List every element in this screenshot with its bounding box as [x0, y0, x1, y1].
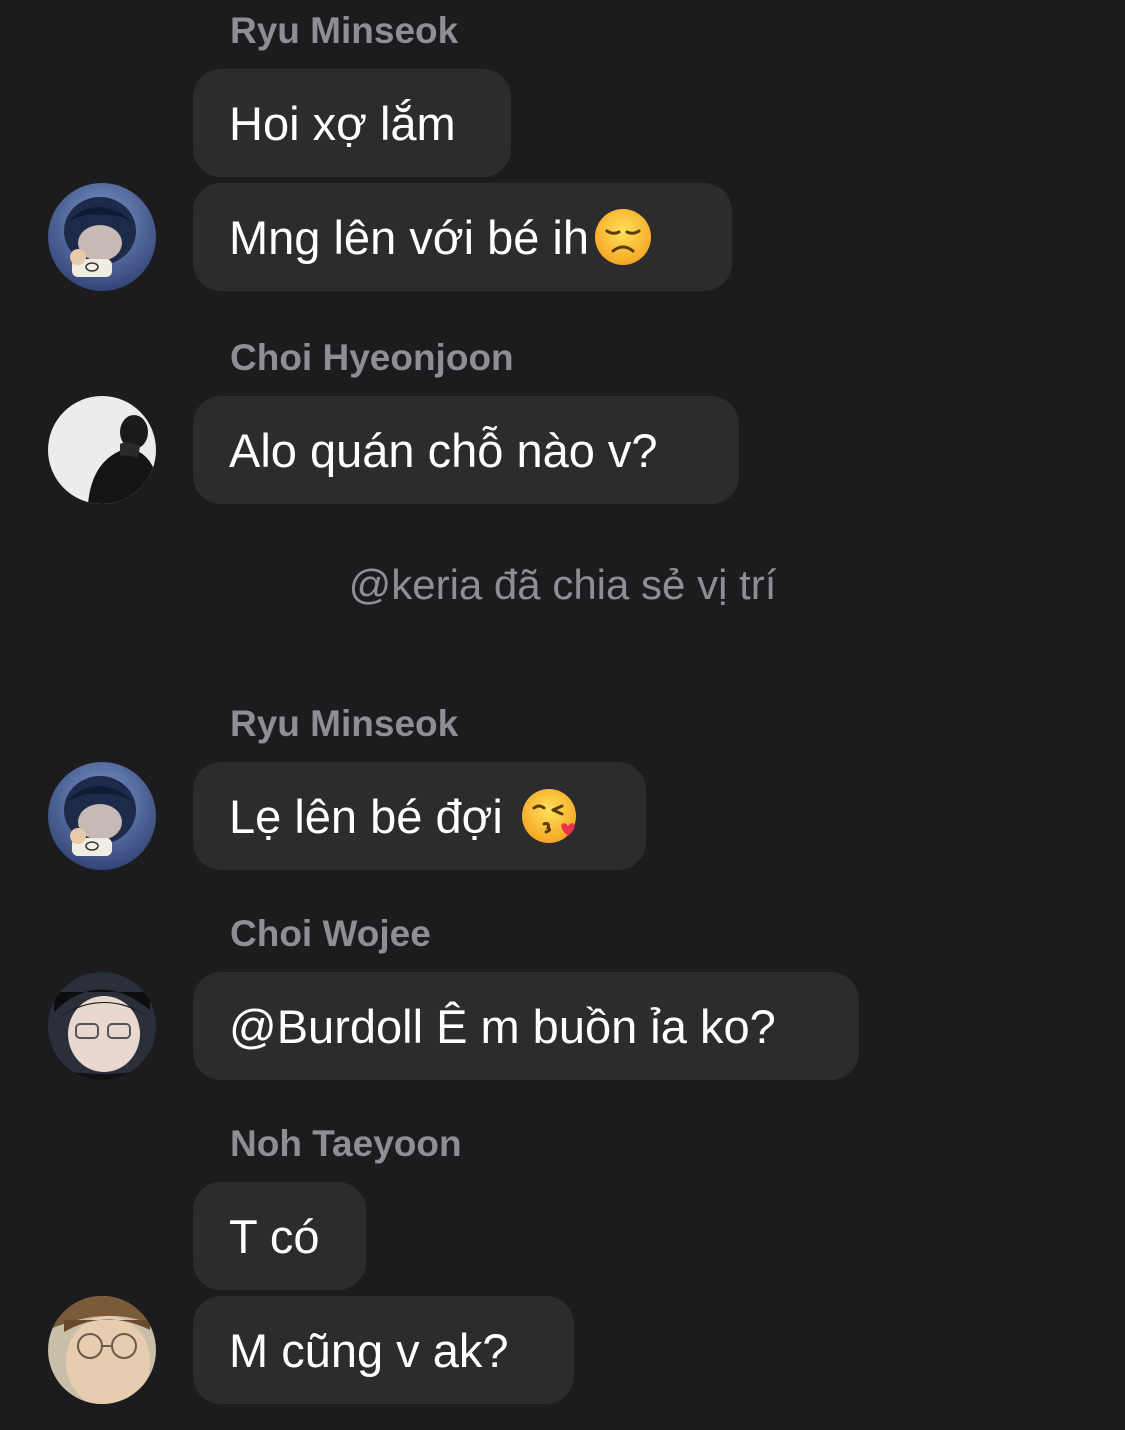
message-text: Alo quán chỗ nào v?	[229, 423, 658, 477]
location-shared-notice: @keria đã chia sẻ vị trí	[348, 561, 777, 608]
disappointed-face-emoji	[595, 209, 652, 265]
message-bubble[interactable]: Hoi xợ lắm	[193, 69, 511, 177]
message-text: T có	[229, 1209, 320, 1263]
message-bubble[interactable]: M cũng v ak?	[193, 1296, 574, 1404]
ryu-minseok-avatar[interactable]	[48, 183, 156, 291]
sender-name: Ryu Minseok	[230, 703, 459, 744]
message-text: Lẹ lên bé đợi	[229, 789, 516, 843]
noh-taeyoon-avatar[interactable]	[48, 1296, 156, 1404]
message-text: @Burdoll Ê m buồn ỉa ko?	[229, 999, 776, 1053]
message-bubble[interactable]: Alo quán chỗ nào v?	[193, 396, 739, 504]
message-bubble[interactable]: Mng lên với bé ih	[193, 183, 732, 291]
sender-name: Noh Taeyoon	[230, 1123, 462, 1164]
face-blowing-kiss-emoji	[521, 789, 576, 843]
choi-hyeonjoon-avatar[interactable]	[48, 396, 156, 504]
message-text: M cũng v ak?	[229, 1323, 509, 1377]
message-text: Hoi xợ lắm	[229, 96, 456, 150]
sender-name: Ryu Minseok	[230, 10, 459, 51]
ryu-minseok-avatar[interactable]	[48, 762, 156, 870]
message-bubble[interactable]: Lẹ lên bé đợi	[193, 762, 646, 870]
message-text: Mng lên với bé ih	[229, 210, 590, 264]
choi-wojee-avatar[interactable]	[48, 972, 156, 1080]
sender-name: Choi Wojee	[230, 913, 431, 954]
message-bubble[interactable]: @Burdoll Ê m buồn ỉa ko?	[193, 972, 859, 1080]
message-bubble[interactable]: T có	[193, 1182, 366, 1290]
sender-name: Choi Hyeonjoon	[230, 337, 514, 378]
